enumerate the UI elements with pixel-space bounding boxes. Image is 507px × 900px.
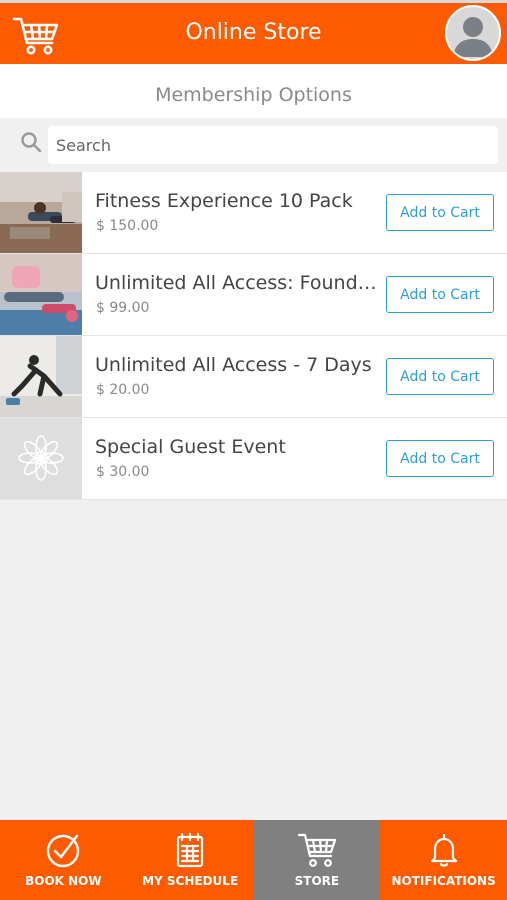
product-name: Unlimited All Access - 7 Days — [95, 354, 372, 376]
product-image — [0, 172, 82, 253]
product-price: $ 99.00 — [96, 300, 150, 316]
nav-book-now[interactable]: BOOK NOW — [0, 820, 127, 900]
add-to-cart-button[interactable]: Add to Cart — [386, 440, 494, 477]
product-price: $ 20.00 — [96, 382, 150, 398]
nav-label: STORE — [294, 874, 340, 888]
product-item-special-guest-event[interactable]: Special Guest Event $ 30.00 Add to Cart — [0, 418, 507, 500]
product-name: Fitness Experience 10 Pack — [95, 190, 353, 212]
product-name: Special Guest Event — [95, 436, 286, 458]
app-header: Online Store — [0, 0, 507, 64]
shopping-cart-icon — [297, 833, 336, 867]
product-list: Fitness Experience 10 Pack $ 150.00 Add … — [0, 172, 507, 500]
bell-icon — [430, 833, 457, 867]
product-image — [0, 418, 82, 499]
check-circle-icon — [47, 834, 80, 868]
bottom-navigation: BOOK NOW MY SCHEDULE STORE NOTIFICATIONS — [0, 820, 507, 900]
product-item-unlimited-7-days[interactable]: Unlimited All Access - 7 Days $ 20.00 Ad… — [0, 336, 507, 418]
product-name: Unlimited All Access: Founde... — [95, 272, 380, 294]
page-title: Online Store — [185, 20, 322, 45]
search-bar — [0, 118, 507, 172]
product-price: $ 150.00 — [96, 218, 159, 234]
nav-my-schedule[interactable]: MY SCHEDULE — [126, 820, 254, 900]
add-to-cart-button[interactable]: Add to Cart — [386, 358, 494, 395]
search-icon — [21, 132, 42, 153]
section-title: Membership Options — [0, 64, 507, 118]
placeholder-flower-icon — [18, 435, 64, 481]
search-input[interactable] — [48, 126, 498, 164]
product-price: $ 30.00 — [96, 464, 150, 480]
nav-store[interactable]: STORE — [253, 820, 381, 900]
nav-label: BOOK NOW — [25, 874, 102, 888]
nav-label: MY SCHEDULE — [142, 874, 239, 888]
calendar-icon — [177, 832, 204, 868]
profile-avatar-button[interactable] — [445, 5, 501, 61]
add-to-cart-button[interactable]: Add to Cart — [386, 276, 494, 313]
nav-label: NOTIFICATIONS — [391, 874, 496, 888]
product-item-unlimited-founder[interactable]: Unlimited All Access: Founde... $ 99.00 … — [0, 254, 507, 336]
nav-notifications[interactable]: NOTIFICATIONS — [380, 820, 507, 900]
product-item-fitness-10-pack[interactable]: Fitness Experience 10 Pack $ 150.00 Add … — [0, 172, 507, 254]
product-image — [0, 336, 82, 417]
add-to-cart-button[interactable]: Add to Cart — [386, 194, 494, 231]
product-image — [0, 254, 82, 335]
user-avatar-icon — [453, 17, 493, 57]
